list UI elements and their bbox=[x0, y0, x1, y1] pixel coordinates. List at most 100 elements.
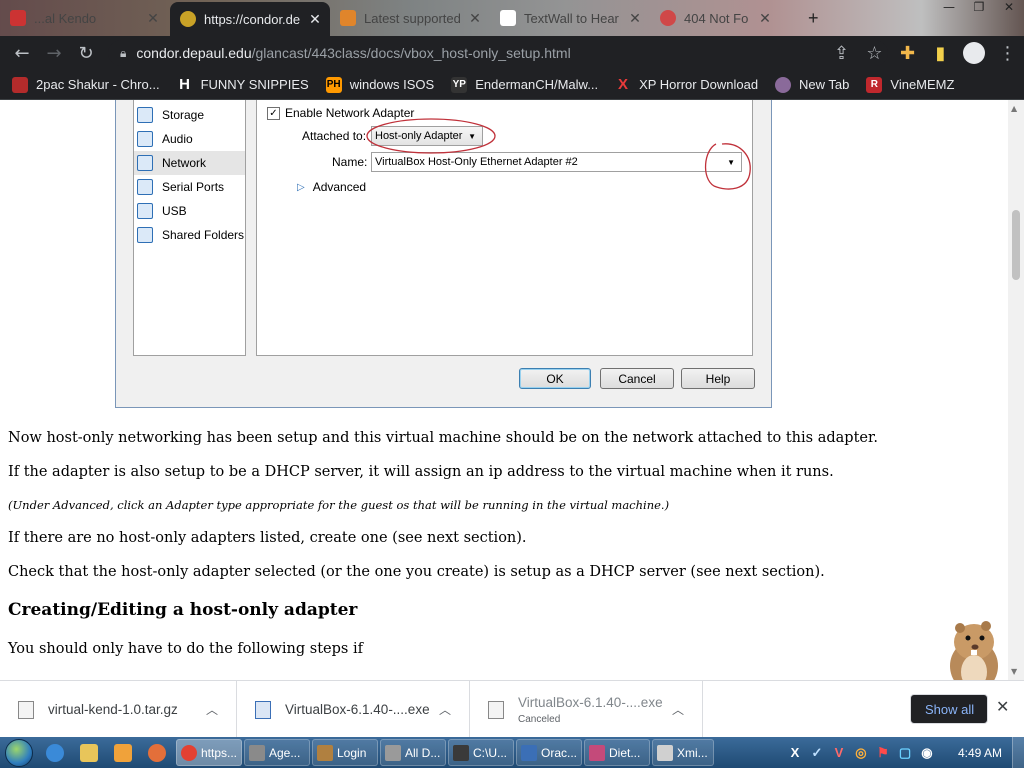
cancel-button[interactable]: Cancel bbox=[600, 368, 674, 389]
attached-to-select[interactable]: Host-only Adapter ▼ bbox=[371, 126, 483, 146]
lock-icon: 🔒︎ bbox=[120, 45, 127, 60]
scrollbar-thumb[interactable] bbox=[1012, 210, 1020, 280]
taskbar-item[interactable]: All D... bbox=[380, 739, 446, 766]
bookmark-favicon-icon bbox=[12, 76, 28, 93]
x-app-tray-icon[interactable]: X bbox=[784, 737, 806, 768]
new-tab-button[interactable]: + bbox=[808, 4, 836, 32]
check-tray-icon[interactable]: ✓ bbox=[806, 737, 828, 768]
chevron-up-icon[interactable]: ︿ bbox=[439, 701, 451, 718]
category-storage[interactable]: Storage bbox=[134, 103, 245, 127]
volume-tray-icon[interactable]: ◉ bbox=[916, 737, 938, 768]
bookmark-item[interactable]: H FUNNY SNIPPIES bbox=[176, 76, 309, 93]
chevron-up-icon[interactable]: ︿ bbox=[672, 701, 684, 718]
browser-tab[interactable]: TextWall to Hear ✕ bbox=[490, 4, 650, 32]
scroll-up-icon[interactable]: ▲ bbox=[1011, 104, 1017, 113]
enable-network-adapter-checkbox[interactable]: ✓ Enable Network Adapter bbox=[267, 106, 414, 120]
taskbar-item-label: Login bbox=[337, 745, 367, 760]
address-bar[interactable]: 🔒︎ condor.depaul.edu /glancast/443class/… bbox=[108, 40, 888, 66]
minimize-icon[interactable]: — bbox=[934, 0, 964, 20]
close-tab-icon[interactable]: ✕ bbox=[756, 10, 774, 27]
start-button[interactable] bbox=[0, 737, 38, 768]
extensions-puzzle-icon[interactable]: ✚ bbox=[891, 37, 924, 69]
file-explorer-icon[interactable] bbox=[72, 737, 106, 768]
paragraph: Now host-only networking has been setup … bbox=[8, 430, 878, 446]
taskbar-item[interactable]: Xmi... bbox=[652, 739, 714, 766]
bookmark-item[interactable]: YP EndermanCH/Malw... bbox=[451, 76, 598, 93]
taskbar-item-label: Orac... bbox=[541, 745, 578, 760]
dropdown-arrow-icon: ▼ bbox=[468, 132, 476, 141]
notepad-icon bbox=[657, 744, 673, 761]
help-button[interactable]: Help bbox=[681, 368, 755, 389]
7zip-icon bbox=[453, 744, 469, 761]
v-tray-icon[interactable]: V bbox=[828, 737, 850, 768]
taskbar-item[interactable]: C:\U... bbox=[448, 739, 514, 766]
browser-tab[interactable]: ...al Kendo ✕ bbox=[0, 4, 168, 32]
close-icon[interactable]: ✕ bbox=[996, 697, 1009, 717]
serial-port-icon bbox=[137, 179, 153, 195]
category-audio[interactable]: Audio bbox=[134, 127, 245, 151]
close-tab-icon[interactable]: ✕ bbox=[626, 10, 644, 27]
internet-explorer-icon[interactable] bbox=[38, 737, 72, 768]
forward-arrow-icon[interactable]: → bbox=[38, 37, 70, 69]
bookmark-item[interactable]: New Tab bbox=[775, 76, 849, 93]
browser-tab[interactable]: Latest supported ✕ bbox=[330, 4, 490, 32]
download-item[interactable]: virtual-kend-1.0.tar.gz ︿ bbox=[0, 681, 237, 738]
folder-icon bbox=[137, 227, 153, 243]
network-icon bbox=[137, 155, 153, 171]
settings-category-list: Storage Audio Network Serial Ports USB S… bbox=[133, 100, 246, 356]
download-info: VirtualBox-6.1.40-....exe Canceled bbox=[518, 695, 663, 725]
site-favicon-icon bbox=[340, 10, 356, 26]
show-desktop-button[interactable] bbox=[1012, 737, 1024, 768]
media-player-icon[interactable] bbox=[106, 737, 140, 768]
ok-button[interactable]: OK bbox=[519, 368, 591, 389]
bookmark-item[interactable]: PH windows ISOS bbox=[325, 76, 434, 93]
clock[interactable]: 4:49 AM bbox=[958, 746, 1002, 760]
advanced-expander[interactable]: ▷ Advanced bbox=[297, 180, 366, 194]
restore-icon[interactable]: ❐ bbox=[964, 0, 994, 20]
category-usb[interactable]: USB bbox=[134, 199, 245, 223]
page-scrollbar[interactable]: ▲ ▼ bbox=[1008, 100, 1024, 680]
monitor-tray-icon[interactable]: ▢ bbox=[894, 737, 916, 768]
back-arrow-icon[interactable]: ← bbox=[6, 37, 38, 69]
paragraph: You should only have to do the following… bbox=[8, 641, 363, 657]
taskbar-item[interactable]: Diet... bbox=[584, 739, 650, 766]
download-item[interactable]: VirtualBox-6.1.40-....exe ︿ bbox=[237, 681, 470, 738]
close-tab-icon[interactable]: ✕ bbox=[306, 11, 324, 28]
tab-label: https://condor.de bbox=[204, 11, 301, 27]
checkbox-box: ✓ bbox=[267, 106, 280, 120]
menu-kebab-icon[interactable]: ⋮ bbox=[991, 37, 1024, 69]
flag-tray-icon[interactable]: ⚑ bbox=[872, 737, 894, 768]
taskbar-item-chrome[interactable]: https... bbox=[176, 739, 242, 766]
download-item[interactable]: VirtualBox-6.1.40-....exe Canceled ︿ bbox=[470, 681, 703, 738]
share-icon[interactable]: ⇪ bbox=[825, 37, 858, 69]
taskbar-item-label: C:\U... bbox=[473, 745, 508, 760]
bookmark-item[interactable]: X XP Horror Download bbox=[615, 76, 758, 93]
bookmark-item[interactable]: R VineMEMZ bbox=[866, 76, 954, 93]
chevron-up-icon[interactable]: ︿ bbox=[206, 701, 218, 718]
close-tab-icon[interactable]: ✕ bbox=[144, 10, 162, 27]
close-tab-icon[interactable]: ✕ bbox=[466, 10, 484, 27]
close-window-icon[interactable]: ✕ bbox=[994, 0, 1024, 20]
search-tray-icon[interactable]: ◎ bbox=[850, 737, 872, 768]
file-icon bbox=[488, 700, 504, 719]
show-all-button[interactable]: Show all bbox=[910, 694, 988, 724]
category-shared-folders[interactable]: Shared Folders bbox=[134, 223, 245, 247]
star-bookmark-icon[interactable]: ☆ bbox=[858, 37, 891, 69]
taskbar-item[interactable]: Age... bbox=[244, 739, 310, 766]
taskbar-item[interactable]: Orac... bbox=[516, 739, 582, 766]
category-serial-ports[interactable]: Serial Ports bbox=[134, 175, 245, 199]
scroll-down-icon[interactable]: ▼ bbox=[1011, 667, 1017, 676]
reload-icon[interactable]: ↻ bbox=[70, 37, 102, 69]
window-icon bbox=[249, 744, 265, 761]
app-launcher-icon[interactable] bbox=[140, 737, 174, 768]
taskbar-item[interactable]: Login bbox=[312, 739, 378, 766]
browser-tab-strip: ...al Kendo ✕ https://condor.de ✕ Latest… bbox=[0, 0, 1024, 36]
category-network[interactable]: Network bbox=[134, 151, 245, 175]
side-panel-icon[interactable]: ▮ bbox=[924, 37, 957, 69]
browser-tab-active[interactable]: https://condor.de ✕ bbox=[170, 2, 330, 36]
browser-tab[interactable]: 404 Not Fo ✕ bbox=[650, 4, 780, 32]
profile-avatar[interactable] bbox=[963, 42, 985, 64]
bookmark-favicon-icon: YP bbox=[451, 76, 468, 93]
bookmark-item[interactable]: 2pac Shakur - Chro... bbox=[12, 76, 160, 93]
adapter-name-select[interactable]: VirtualBox Host-Only Ethernet Adapter #2… bbox=[371, 152, 742, 172]
